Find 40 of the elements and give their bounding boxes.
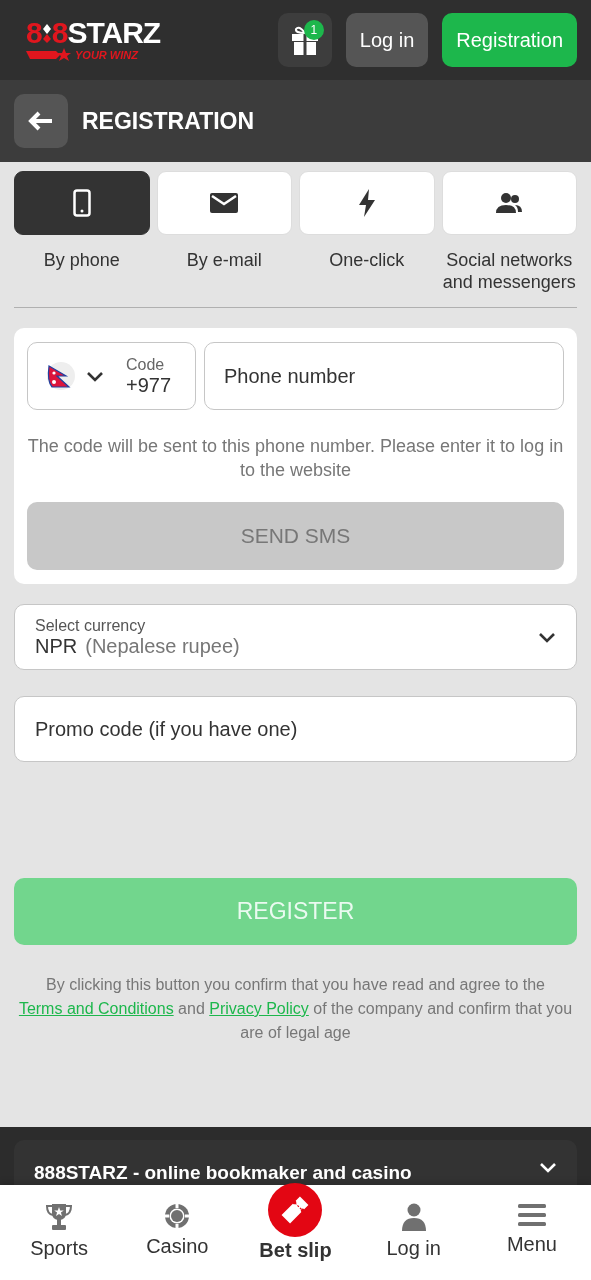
currency-value: NPR (Nepalese rupee): [35, 634, 241, 658]
logo-tagline: YOUR WINZ: [75, 49, 138, 61]
logo-text: 8: [51, 18, 68, 48]
method-tab[interactable]: [14, 171, 150, 235]
chevron-down-icon: [538, 631, 556, 643]
method-label: By e-mail: [186, 249, 262, 271]
users-icon: [495, 192, 524, 214]
lightning-icon: [357, 189, 376, 217]
code-label: Code: [126, 355, 166, 374]
ticket-icon: [280, 1195, 311, 1225]
login-button[interactable]: Log in: [345, 13, 429, 67]
logo-ornament-icon: [41, 22, 52, 44]
terms-text: By clicking this button you confirm that you have read and agree to the Terms and Conditions and Privacy Policy of the company and confirm that you are of legal age: [17, 975, 574, 1043]
code-value: +977: [126, 373, 172, 397]
ribbon-star-icon: [26, 48, 72, 62]
back-button[interactable]: [14, 94, 68, 148]
method-label: One-click: [329, 249, 405, 271]
page-title: REGISTRATION: [82, 107, 255, 135]
chevron-down-icon: [86, 370, 104, 382]
country-code-select[interactable]: Code +977: [27, 342, 196, 410]
chevron-down-icon: [539, 1162, 557, 1173]
trophy-icon: [45, 1203, 74, 1231]
chip-icon: [164, 1203, 191, 1229]
method-label: By phone: [43, 249, 120, 271]
phone-icon: [72, 189, 91, 217]
person-icon: [401, 1203, 426, 1231]
notification-badge: 1: [303, 20, 324, 40]
hint-text: The code will be sent to this phone number. Please enter it to log in to the website: [27, 435, 564, 482]
back-arrow-icon: [28, 111, 54, 131]
flag-icon: [46, 361, 76, 391]
phone-input[interactable]: Phone number: [204, 342, 564, 410]
menu-icon: [517, 1203, 546, 1227]
promo-code-input[interactable]: Promo code (if you have one): [14, 696, 577, 762]
logo-text: 8: [26, 18, 42, 48]
currency-select[interactable]: Select currency NPR (Nepalese rupee): [14, 604, 577, 670]
currency-label: Select currency: [35, 616, 147, 635]
envelope-icon: [210, 193, 239, 213]
logo-text: STARZ: [67, 18, 161, 48]
method-label: Social networks and messengers: [441, 249, 577, 293]
accordion-title: 888STARZ - online bookmaker and casino: [34, 1162, 413, 1184]
